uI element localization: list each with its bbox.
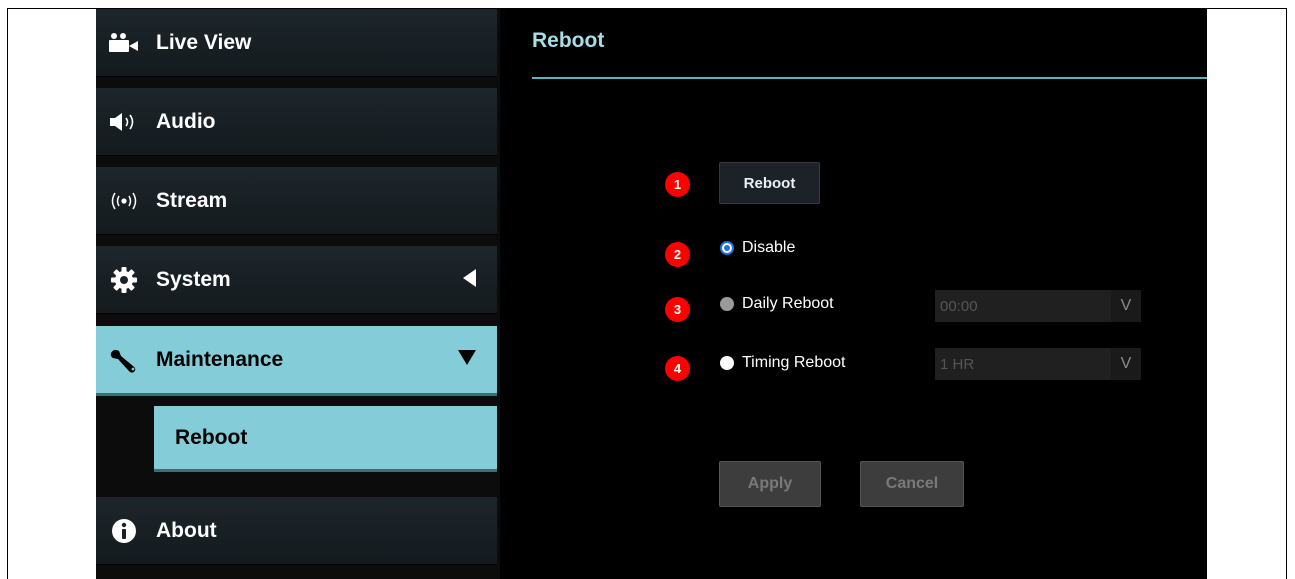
chevron-down-icon: V	[1111, 290, 1141, 322]
callout-badge-1: 1	[665, 172, 690, 197]
sidebar-item-stream[interactable]: Stream	[96, 167, 497, 235]
apply-button[interactable]: Apply	[719, 461, 821, 507]
page-title: Reboot	[532, 29, 605, 52]
gear-icon	[104, 265, 144, 295]
sidebar-item-maintenance[interactable]: Maintenance	[96, 326, 497, 396]
sidebar-item-system[interactable]: System	[96, 246, 497, 314]
timing-reboot-interval-value: 1 HR	[940, 355, 975, 373]
title-divider	[532, 77, 1207, 79]
camera-web-ui: Live View Audio Stream System Maintenanc…	[96, 9, 1207, 579]
timing-reboot-radio[interactable]	[720, 356, 734, 370]
disable-label: Disable	[742, 239, 796, 256]
sidebar-item-label: Maintenance	[156, 347, 284, 371]
sidebar: Live View Audio Stream System Maintenanc…	[96, 9, 500, 579]
daily-reboot-time-value: 00:00	[940, 297, 978, 315]
timing-reboot-option[interactable]: Timing Reboot	[720, 354, 845, 372]
speaker-icon	[104, 107, 144, 137]
cancel-button[interactable]: Cancel	[860, 461, 964, 507]
main-panel: Reboot 1 Reboot 2 Disable 3 Daily Reboot…	[500, 9, 1207, 579]
callout-badge-3: 3	[665, 297, 690, 322]
sidebar-item-label: Audio	[156, 109, 216, 133]
sidebar-item-label: System	[156, 267, 231, 291]
sidebar-item-label: About	[156, 518, 217, 542]
callout-badge-2: 2	[665, 242, 690, 267]
sidebar-item-about[interactable]: About	[96, 497, 497, 565]
sidebar-item-label: Stream	[156, 188, 228, 212]
disable-radio[interactable]	[720, 241, 734, 255]
daily-reboot-option[interactable]: Daily Reboot	[720, 295, 834, 313]
chevron-down-icon: V	[1111, 348, 1141, 380]
daily-reboot-radio[interactable]	[720, 297, 734, 311]
disable-option[interactable]: Disable	[720, 239, 795, 257]
timing-reboot-label: Timing Reboot	[742, 354, 846, 371]
daily-reboot-time-select[interactable]: 00:00 V	[935, 290, 1141, 322]
sidebar-item-live-view[interactable]: Live View	[96, 9, 497, 77]
sidebar-subitem-label: Reboot	[175, 425, 248, 449]
daily-reboot-label: Daily Reboot	[742, 295, 834, 312]
expand-arrow-down-icon	[457, 348, 477, 371]
collapse-arrow-left-icon	[461, 268, 477, 293]
sidebar-subitem-reboot[interactable]: Reboot	[154, 406, 497, 472]
timing-reboot-interval-select[interactable]: 1 HR V	[935, 348, 1141, 380]
video-camera-icon	[104, 28, 144, 58]
wrench-icon	[104, 345, 144, 375]
reboot-button[interactable]: Reboot	[719, 162, 820, 204]
broadcast-icon	[104, 186, 144, 216]
sidebar-item-audio[interactable]: Audio	[96, 88, 497, 156]
callout-badge-4: 4	[665, 356, 690, 381]
info-icon	[104, 516, 144, 546]
sidebar-item-label: Live View	[156, 30, 252, 54]
